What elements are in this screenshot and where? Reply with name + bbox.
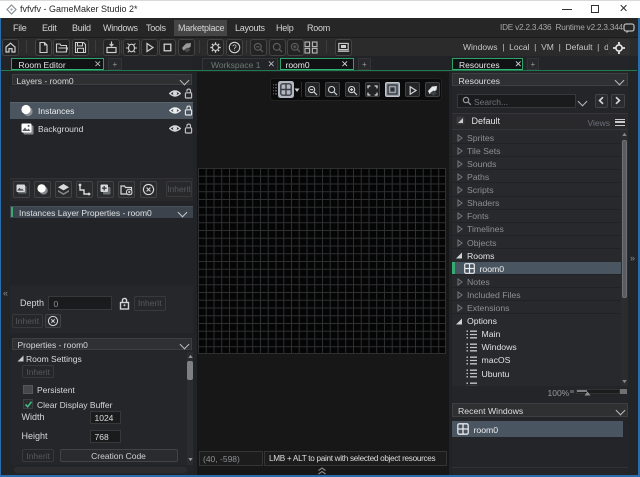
svg-text:?: ? [232, 43, 237, 52]
